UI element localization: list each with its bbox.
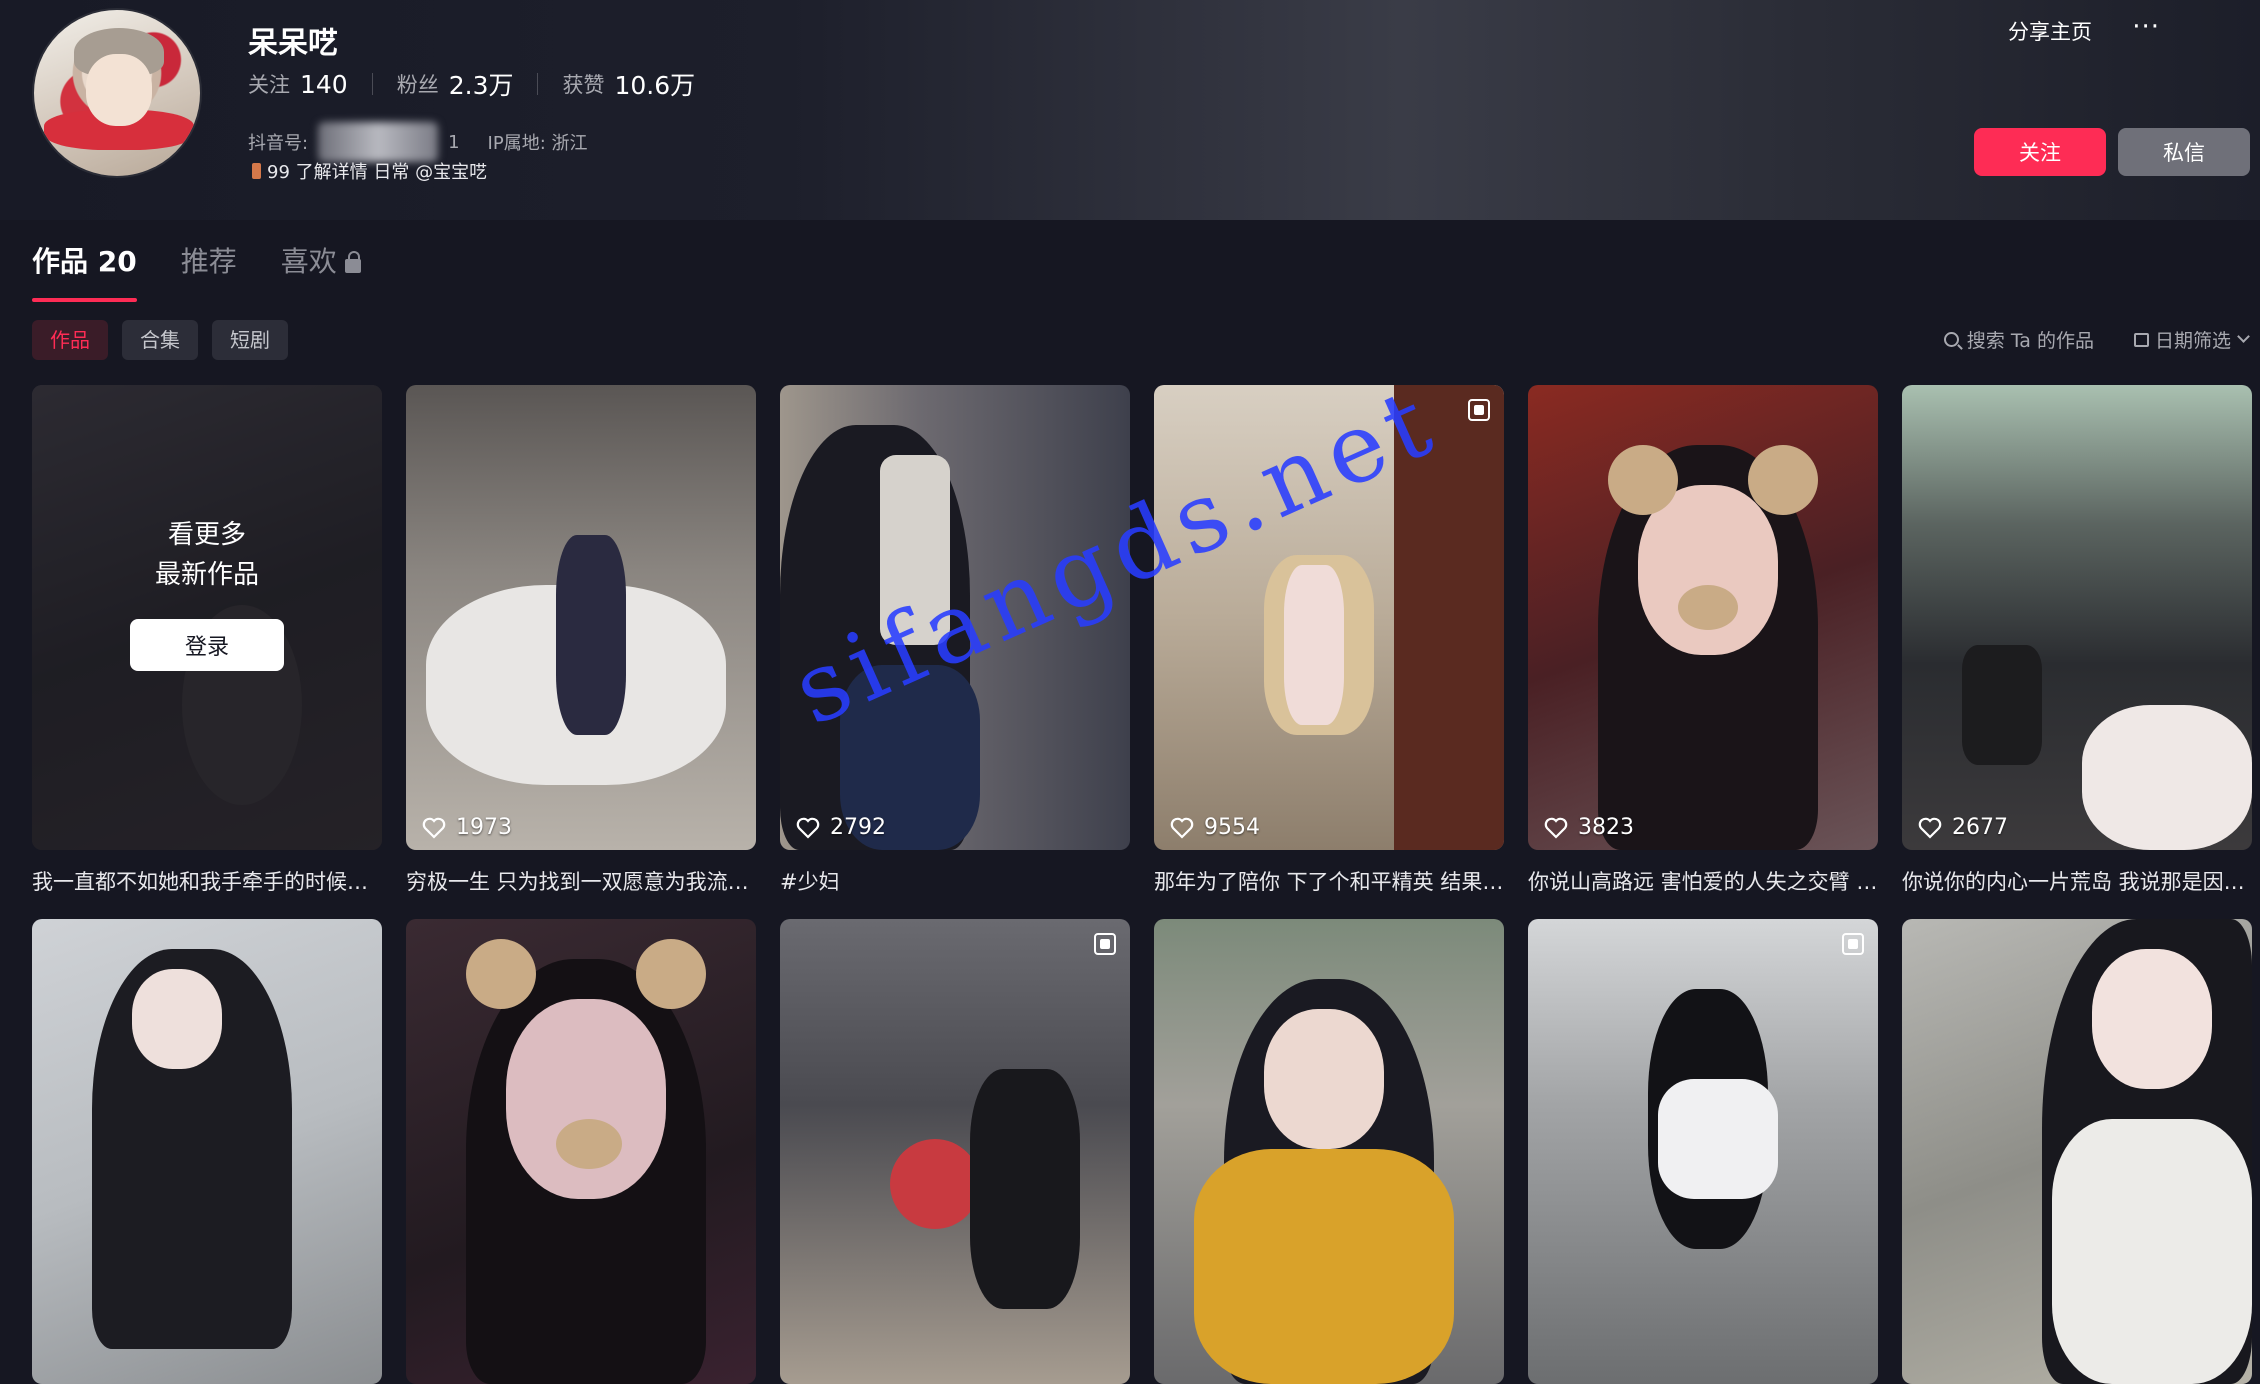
- tab-liked-label: 喜欢: [280, 245, 337, 278]
- login-overlay: 看更多 最新作品 登录: [32, 385, 382, 850]
- video-thumbnail[interactable]: 9554: [1154, 385, 1504, 850]
- video-caption[interactable]: 那年为了陪你 下了个和平精英 结果…: [1154, 866, 1504, 896]
- like-count: 3823: [1544, 815, 1634, 840]
- filter-short-drama[interactable]: 短剧: [212, 320, 288, 360]
- likes-count: 10.6万: [614, 71, 696, 100]
- douyin-id-partial: 1: [448, 131, 460, 153]
- video-card[interactable]: 看更多 最新作品 登录 我一直都不如她和我手牵手的时候…: [32, 385, 382, 896]
- video-card[interactable]: 1973 穷极一生 只为找到一双愿意为我流…: [406, 385, 756, 896]
- calendar-icon: [2133, 332, 2149, 347]
- like-count: 2677: [1918, 815, 2008, 840]
- video-thumbnail[interactable]: 2677: [1902, 385, 2252, 850]
- heart-icon: [1170, 817, 1194, 839]
- share-profile-button[interactable]: 分享主页: [2008, 16, 2092, 46]
- video-thumbnail[interactable]: 2792: [780, 385, 1130, 850]
- heart-icon: [1544, 817, 1568, 839]
- profile-meta: 抖音号: 1 IP属地: 浙江: [248, 122, 587, 162]
- video-card[interactable]: [406, 919, 756, 1384]
- filter-collections[interactable]: 合集: [122, 320, 198, 360]
- tab-recommend[interactable]: 推荐: [181, 240, 237, 294]
- user-name: 呆呆呓: [248, 26, 338, 61]
- video-card[interactable]: 9554 那年为了陪你 下了个和平精英 结果…: [1154, 385, 1504, 896]
- video-card[interactable]: 2792 #少妇: [780, 385, 1130, 896]
- video-thumbnail[interactable]: [406, 919, 756, 1384]
- grid-tools: 搜索 Ta 的作品 日期筛选: [1904, 326, 2250, 353]
- profile-bio: 99 了解详情 日常 @宝宝呓: [252, 158, 487, 184]
- ip-location: IP属地: 浙江: [487, 133, 588, 154]
- following-label[interactable]: 关注: [248, 69, 290, 99]
- overlay-line1: 看更多: [167, 519, 246, 550]
- date-filter-label: 日期筛选: [2154, 330, 2231, 352]
- multi-image-icon: [1094, 933, 1116, 955]
- video-thumbnail[interactable]: [1902, 919, 2252, 1384]
- like-count: 9554: [1170, 815, 1260, 840]
- login-button[interactable]: 登录: [130, 618, 284, 671]
- like-count-value: 9554: [1204, 815, 1260, 840]
- video-caption[interactable]: 我一直都不如她和我手牵手的时候…: [32, 866, 382, 896]
- search-icon: [1943, 332, 1959, 347]
- phone-icon: [252, 163, 261, 179]
- chevron-down-icon: [2237, 330, 2250, 343]
- date-filter-button[interactable]: 日期筛选: [2133, 326, 2250, 353]
- profile-tabs: 作品 20 推荐 喜欢: [32, 240, 405, 302]
- video-card[interactable]: [1528, 919, 1878, 1384]
- video-card[interactable]: [780, 919, 1130, 1384]
- avatar[interactable]: [32, 8, 202, 178]
- heart-icon: [796, 817, 820, 839]
- like-count-value: 1973: [456, 815, 512, 840]
- likes-label: 获赞: [562, 73, 605, 97]
- video-thumbnail[interactable]: 3823: [1528, 385, 1878, 850]
- video-caption[interactable]: 你说山高路远 害怕爱的人失之交臂 …: [1528, 866, 1878, 896]
- overlay-line2: 最新作品: [154, 559, 259, 590]
- multi-image-icon: [1842, 933, 1864, 955]
- video-thumbnail[interactable]: [1154, 919, 1504, 1384]
- video-thumbnail[interactable]: 看更多 最新作品 登录: [32, 385, 382, 850]
- video-caption[interactable]: 你说你的内心一片荒岛 我说那是因…: [1902, 866, 2252, 896]
- video-card[interactable]: 2677 你说你的内心一片荒岛 我说那是因…: [1902, 385, 2252, 896]
- like-count-value: 2677: [1952, 815, 2008, 840]
- tab-works[interactable]: 作品 20: [32, 240, 137, 302]
- heart-icon: [422, 817, 446, 839]
- content-filters: 作品 合集 短剧: [32, 320, 302, 360]
- like-count-value: 3823: [1578, 815, 1634, 840]
- video-card[interactable]: [32, 919, 382, 1384]
- video-thumbnail[interactable]: [32, 919, 382, 1384]
- multi-image-icon: [1468, 399, 1490, 421]
- search-works-label: 搜索 Ta 的作品: [1966, 330, 2094, 352]
- video-thumbnail[interactable]: [780, 919, 1130, 1384]
- follow-button[interactable]: 关注: [1974, 128, 2106, 176]
- video-thumbnail[interactable]: 1973: [406, 385, 756, 850]
- divider: [537, 73, 539, 95]
- blurred-id: [318, 122, 439, 162]
- like-count: 2792: [796, 815, 886, 840]
- like-count-value: 2792: [830, 815, 886, 840]
- more-icon[interactable]: ···: [2132, 12, 2160, 42]
- video-card[interactable]: [1154, 919, 1504, 1384]
- following-count[interactable]: 140: [300, 70, 348, 99]
- profile-header: 呆呆呓 关注 140 粉丝 2.3万 获赞 10.6万 抖音号: 1 IP属地:…: [0, 0, 2260, 220]
- filter-works[interactable]: 作品: [32, 320, 108, 360]
- douyin-id-label: 抖音号:: [248, 133, 309, 154]
- lock-icon: [344, 251, 361, 273]
- video-thumbnail[interactable]: [1528, 919, 1878, 1384]
- bio-text: 99 了解详情 日常 @宝宝呓: [267, 162, 488, 183]
- video-caption[interactable]: 穷极一生 只为找到一双愿意为我流…: [406, 866, 756, 896]
- message-button[interactable]: 私信: [2118, 128, 2250, 176]
- video-card[interactable]: 3823 你说山高路远 害怕爱的人失之交臂 …: [1528, 385, 1878, 896]
- divider: [371, 73, 373, 95]
- followers-count[interactable]: 2.3万: [449, 66, 514, 102]
- like-count: 1973: [422, 815, 512, 840]
- video-card[interactable]: [1902, 919, 2252, 1384]
- profile-stats: 关注 140 粉丝 2.3万 获赞 10.6万: [248, 66, 695, 102]
- search-works-button[interactable]: 搜索 Ta 的作品: [1943, 326, 2094, 353]
- followers-label[interactable]: 粉丝: [397, 69, 439, 99]
- tab-liked[interactable]: 喜欢: [281, 240, 361, 294]
- heart-icon: [1918, 817, 1942, 839]
- video-caption[interactable]: #少妇: [780, 866, 1130, 896]
